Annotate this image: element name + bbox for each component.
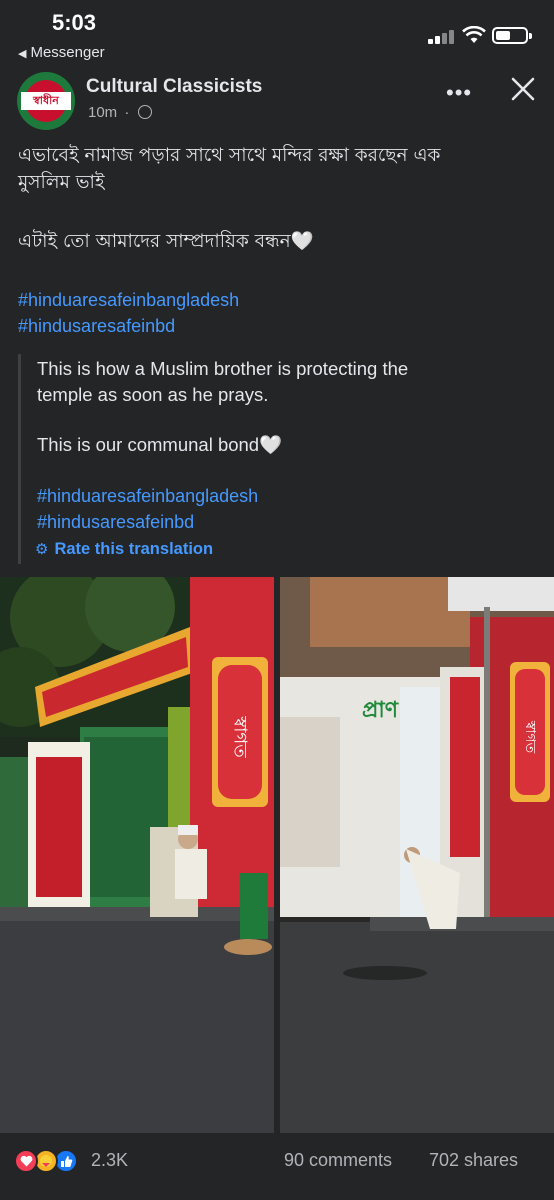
post-text-line-2: মুসলিম ভাই [18, 172, 105, 193]
rate-translation-label: Rate this translation [54, 540, 214, 558]
post-header: স্বাধীন Cultural Classicists 10m · ••• [0, 66, 554, 130]
translation-line-2: temple as soon as he prays. [37, 384, 269, 405]
love-reaction-icon [14, 1149, 38, 1173]
billboard-text: প্রাণ [362, 698, 399, 723]
translation-hashtag-2[interactable]: #hindusaresafeinbd [37, 512, 194, 533]
photo-right[interactable]: স্বাগত প্রাণ [280, 577, 554, 1133]
avatar-logo-text: স্বাধীন [21, 92, 71, 110]
page-name[interactable]: Cultural Classicists [86, 76, 262, 98]
gear-icon: ⚙ [35, 541, 49, 558]
post-timestamp[interactable]: 10m · [88, 104, 152, 121]
comments-count[interactable]: 90 comments [284, 1150, 392, 1171]
post-text-line-1: এভাবেই নামাজ পড়ার সাথে সাথে মন্দির রক্ষ… [18, 145, 441, 166]
translation-line-1: This is how a Muslim brother is protecti… [37, 358, 409, 379]
post-photos: স্বাগত স্বাগত প্রাণ [0, 577, 554, 1133]
left-photo-sign-text: স্বাগত [230, 715, 251, 758]
hashtag-link-1[interactable]: #hinduaresafeinbangladesh [18, 287, 239, 313]
translation-hashtag-1[interactable]: #hinduaresafeinbangladesh [37, 486, 258, 507]
post-text-line-3: এটাই তো আমাদের সাম্প্রদায়িক বন্ধন🤍 [18, 231, 314, 252]
cellular-signal-icon [428, 30, 456, 44]
post-footer: 2.3K 90 comments 702 shares [0, 1135, 554, 1191]
reactions-summary[interactable] [14, 1149, 88, 1173]
status-time: 5:03 [52, 10, 97, 35]
close-button[interactable] [506, 72, 540, 106]
globe-icon [137, 105, 152, 119]
reaction-count[interactable]: 2.3K [91, 1150, 128, 1171]
back-to-messenger-link[interactable]: ◀ Messenger [18, 44, 105, 61]
rate-translation-button[interactable]: ⚙ Rate this translation [35, 540, 213, 559]
back-arrow-icon: ◀ [18, 48, 27, 60]
hashtag-link-2[interactable]: #hindusaresafeinbd [18, 313, 175, 339]
back-app-label: Messenger [30, 44, 105, 61]
battery-icon [492, 27, 532, 44]
post-time-text: 10m [88, 104, 118, 121]
status-bar: 5:03 [0, 0, 554, 44]
page-avatar[interactable]: স্বাধীন [17, 72, 75, 130]
right-photo-sign-text: স্বাগত [522, 720, 538, 754]
translation-line-3: This is our communal bond🤍 [37, 434, 283, 455]
photo-left[interactable]: স্বাগত [0, 577, 274, 1133]
close-icon [511, 77, 535, 101]
more-options-button[interactable]: ••• [446, 80, 472, 106]
wifi-icon [462, 25, 486, 49]
shares-count[interactable]: 702 shares [429, 1150, 518, 1171]
translation-block: This is how a Muslim brother is protecti… [18, 354, 538, 564]
